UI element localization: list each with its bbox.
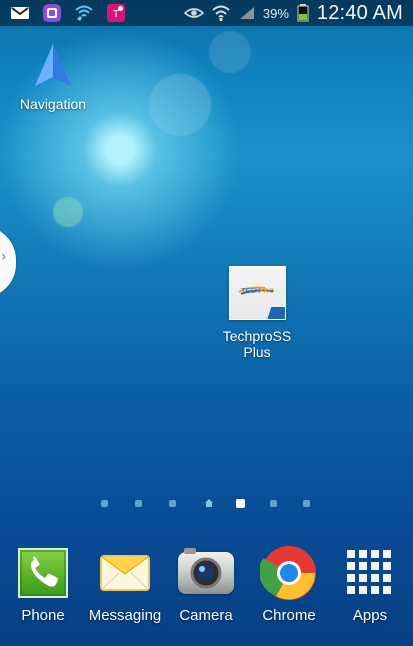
cell-signal-icon — [238, 5, 256, 21]
chrome-icon — [260, 544, 318, 602]
notification-icons: T — [10, 0, 126, 26]
page-dot-6[interactable] — [270, 500, 277, 507]
page-indicator[interactable] — [101, 498, 316, 510]
eye-icon — [183, 6, 204, 20]
dock: Phone Messaging Camera Chrome Apps — [0, 544, 413, 634]
techpross-plus-label-line-2: Plus — [243, 344, 271, 360]
dock-item-chrome[interactable]: Chrome — [246, 544, 332, 634]
navigation-shortcut[interactable]: Navigation — [14, 42, 92, 112]
side-panel-handle[interactable]: › — [0, 226, 16, 298]
camera-icon — [177, 544, 235, 602]
dock-item-camera[interactable]: Camera — [163, 544, 249, 634]
apps-grid-icon — [341, 544, 399, 602]
phone-icon — [14, 544, 72, 602]
svg-text:PRO: PRO — [259, 288, 275, 295]
camera-label: Camera — [179, 607, 233, 624]
page-dot-1[interactable] — [101, 500, 108, 507]
status-bar[interactable]: T 39% 12:40 AM — [0, 0, 413, 26]
page-dot-7[interactable] — [303, 500, 310, 507]
system-status-icons: 39% 12:40 AM — [183, 0, 403, 26]
phone-label: Phone — [21, 607, 65, 624]
page-dot-3[interactable] — [169, 500, 176, 507]
techpross-plus-icon: TECH PRO — [228, 266, 286, 320]
home-page-icon[interactable] — [204, 498, 214, 508]
apps-label: Apps — [352, 607, 388, 624]
page-dot-2[interactable] — [135, 500, 142, 507]
voice-app-icon — [42, 3, 62, 23]
status-time: 12:40 AM — [316, 1, 403, 24]
chrome-label: Chrome — [262, 607, 316, 624]
chevron-right-icon: › — [1, 249, 7, 265]
wifi-call-icon — [74, 4, 94, 22]
messaging-label: Messaging — [88, 607, 162, 624]
home-screen: T 39% 12:40 AM Navigation TECH PRO Techp… — [0, 0, 413, 646]
gmail-icon — [10, 5, 30, 21]
messaging-icon — [96, 544, 154, 602]
techpro-corner-accent — [266, 307, 285, 319]
page-dot-current[interactable] — [236, 499, 245, 508]
dock-item-phone[interactable]: Phone — [0, 544, 86, 634]
navigation-arrow-icon — [28, 42, 78, 96]
dock-item-messaging[interactable]: Messaging — [82, 544, 168, 634]
battery-percent: 39% — [262, 5, 289, 21]
wifi-signal-icon — [211, 4, 231, 22]
techpross-plus-label-line-1: TechproSS — [222, 328, 292, 344]
navigation-label: Navigation — [19, 96, 87, 112]
battery-icon — [296, 3, 310, 23]
dock-item-apps[interactable]: Apps — [327, 544, 413, 634]
svg-text:T: T — [113, 9, 119, 20]
tmobile-icon: T — [106, 3, 126, 23]
svg-text:TECH: TECH — [241, 288, 260, 295]
techpross-plus-shortcut[interactable]: TECH PRO TechproSS Plus — [211, 266, 303, 360]
